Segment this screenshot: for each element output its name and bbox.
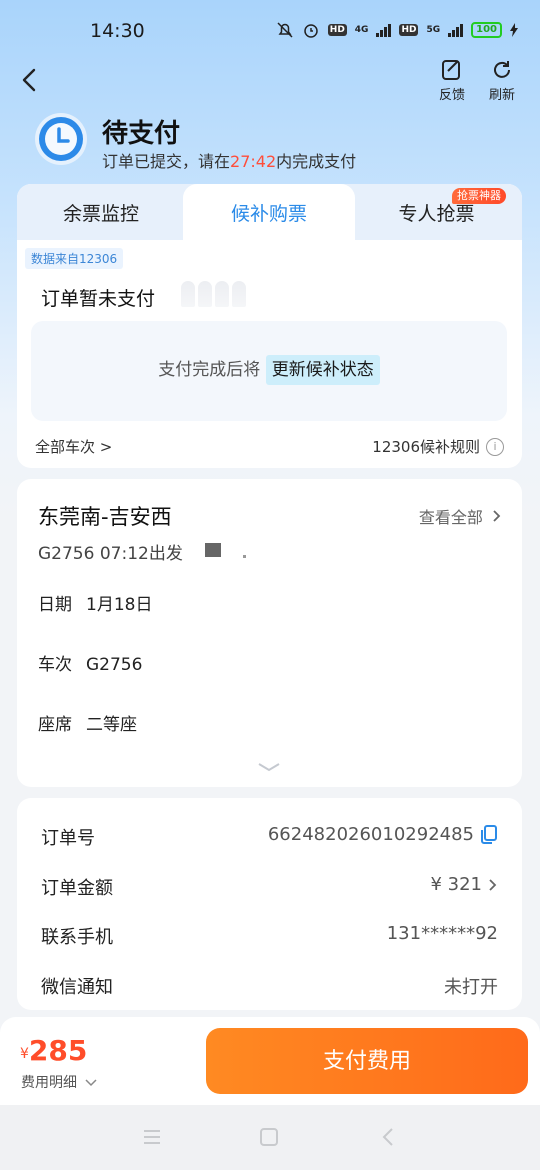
feedback-icon — [442, 60, 460, 80]
contact-phone-row: 联系手机 131******92 — [41, 923, 498, 948]
date-value: 1月18日 — [86, 595, 153, 615]
hd-badge-icon: HD — [327, 24, 347, 36]
notice-highlight: 更新候补状态 — [265, 355, 380, 385]
charging-icon — [510, 23, 518, 37]
fee-detail-toggle[interactable]: 费用明细 — [21, 1072, 97, 1092]
currency-symbol: ¥ — [20, 1046, 29, 1062]
page-title: 待支付 — [102, 119, 181, 149]
tab-bar: 余票监控 候补购票 专人抢票 抢票神器 — [17, 184, 522, 240]
clock-icon — [35, 113, 87, 165]
trip-info-card: 东莞南-吉安西 查看全部 G2756 07:12出发 日期 1月18日 车次 G27… — [17, 479, 522, 787]
chevron-right-icon — [493, 510, 501, 522]
train-departure: G2756 07:12出发 — [38, 544, 183, 564]
order-number: 662482026010292485 — [267, 824, 474, 845]
copy-icon[interactable] — [480, 824, 498, 845]
home-icon[interactable] — [259, 1127, 279, 1147]
data-source-tag: 数据来自12306 — [25, 248, 124, 269]
status-bar: 14:30 HD 4G HD 5G 100 — [0, 0, 540, 62]
train-value: G2756 — [86, 655, 143, 675]
loading-dots-icon — [181, 281, 246, 307]
seat-row: 座席 二等座 — [38, 715, 137, 735]
order-amount-row[interactable]: 订单金额 ¥ 321 — [41, 874, 498, 900]
back-nav-icon[interactable] — [380, 1127, 396, 1147]
waitlist-rules-link[interactable]: 12306候补规则 i — [372, 436, 504, 457]
info-icon: i — [486, 437, 504, 456]
feedback-button[interactable]: 反馈 — [429, 58, 475, 103]
redacted-block — [205, 543, 221, 557]
refresh-icon — [494, 61, 510, 78]
train-row: 车次 G2756 — [38, 655, 143, 675]
tab-waitlist-purchase[interactable]: 候补购票 — [183, 184, 355, 240]
seat-value: 二等座 — [86, 715, 137, 735]
countdown-timer: 27:42 — [230, 152, 277, 171]
order-info-card: 订单号 662482026010292485 订单金额 ¥ 321 联系手机 1… — [17, 798, 522, 1010]
expand-chevron-icon[interactable] — [257, 761, 281, 773]
route-title: 东莞南-吉安西 — [38, 505, 172, 529]
view-all-link[interactable]: 查看全部 — [419, 504, 502, 528]
net-4g-label: 4G — [354, 25, 369, 35]
signal-bars-icon-2 — [448, 23, 464, 37]
wechat-notify-row[interactable]: 微信通知 未打开 — [41, 973, 498, 999]
chevron-down-icon — [85, 1079, 97, 1087]
feedback-label: 反馈 — [438, 88, 465, 103]
all-trains-link[interactable]: 全部车次 > — [35, 436, 112, 457]
order-amount: ¥ 321 — [430, 874, 482, 895]
order-number-row: 订单号 662482026010292485 — [41, 824, 498, 850]
net-5g-label: 5G — [426, 25, 441, 35]
system-nav-bar — [0, 1105, 540, 1170]
grab-badge: 抢票神器 — [452, 188, 506, 204]
chevron-right-icon — [489, 878, 497, 891]
tab-vip-grab[interactable]: 专人抢票 抢票神器 — [351, 184, 522, 240]
signal-bars-icon — [376, 23, 392, 37]
battery-icon: 100 — [471, 22, 502, 38]
order-status: 订单暂未支付 — [41, 288, 156, 310]
menu-icon[interactable] — [142, 1127, 162, 1147]
date-row: 日期 1月18日 — [38, 595, 153, 615]
total-price: ¥285 — [20, 1034, 88, 1067]
status-notice: 支付完成后将 更新候补状态 — [31, 321, 507, 421]
back-arrow-icon[interactable] — [18, 66, 44, 94]
payment-deadline: 订单已提交，请在27:42内完成支付 — [102, 152, 357, 171]
waitlist-status-card: 余票监控 候补购票 专人抢票 抢票神器 数据来自12306 订单暂未支付 支付完… — [17, 184, 522, 468]
contact-phone: 131******92 — [386, 923, 498, 944]
mute-bell-icon — [277, 22, 293, 38]
hd-badge-icon-2: HD — [399, 24, 419, 36]
pay-button[interactable]: 支付费用 — [206, 1028, 528, 1094]
wechat-notify-status: 未打开 — [444, 977, 498, 998]
tab-ticket-monitor[interactable]: 余票监控 — [17, 184, 185, 240]
status-icons: HD 4G HD 5G 100 — [276, 21, 518, 39]
refresh-button[interactable]: 刷新 — [479, 58, 525, 103]
redacted-dot — [243, 555, 246, 558]
alarm-icon — [304, 24, 318, 38]
status-time: 14:30 — [90, 20, 145, 42]
refresh-label: 刷新 — [488, 88, 515, 103]
